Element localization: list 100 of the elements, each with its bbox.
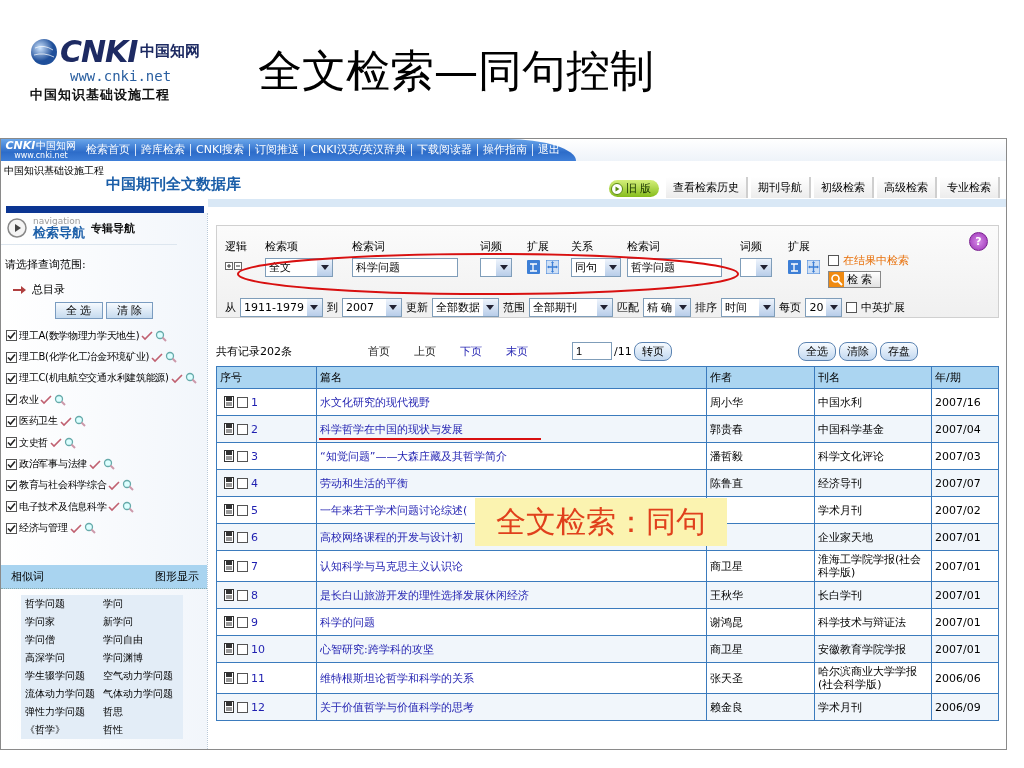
- checkbox[interactable]: [6, 372, 17, 384]
- checkbox[interactable]: [846, 302, 858, 313]
- nav-link[interactable]: 操作指南: [477, 144, 533, 156]
- checkbox[interactable]: [6, 479, 17, 491]
- magnifier-icon[interactable]: [102, 458, 115, 471]
- tab[interactable]: 专业检索: [940, 177, 1000, 198]
- nav-link[interactable]: 订阅推送: [249, 144, 305, 156]
- magnifier-icon[interactable]: [83, 522, 96, 535]
- tab[interactable]: 查看检索历史: [666, 177, 748, 198]
- search-field[interactable]: 哲学问题: [627, 258, 722, 277]
- go-button[interactable]: 转页: [633, 341, 672, 361]
- dropdown[interactable]: 同句: [571, 258, 621, 277]
- nav-link[interactable]: CNKI搜索: [190, 144, 250, 156]
- article-link[interactable]: 科学哲学在中国的现状与发展: [320, 422, 463, 436]
- dropdown[interactable]: 时间: [721, 298, 776, 317]
- document-icon[interactable]: [224, 477, 234, 489]
- document-icon[interactable]: [224, 504, 234, 516]
- similar-word[interactable]: 学问家: [25, 612, 103, 631]
- checkbox[interactable]: [237, 531, 248, 543]
- checkbox[interactable]: [237, 504, 248, 516]
- checkbox[interactable]: [6, 458, 17, 470]
- tree-root[interactable]: 总目录: [32, 282, 65, 297]
- checkbox[interactable]: [828, 255, 839, 266]
- nav-link[interactable]: CNKI汉英/英汉辞典: [304, 144, 412, 156]
- similar-word[interactable]: 学问僧: [25, 630, 103, 649]
- dropdown[interactable]: 全部期刊: [528, 298, 613, 317]
- document-icon[interactable]: [224, 701, 234, 713]
- checkbox[interactable]: [6, 415, 17, 427]
- dropdown[interactable]: 2007: [341, 298, 402, 317]
- article-link[interactable]: 劳动和生活的平衡: [320, 476, 408, 490]
- checkbox[interactable]: [237, 643, 248, 655]
- row-number[interactable]: 6: [251, 530, 258, 544]
- similar-word[interactable]: 学问渊博: [103, 648, 183, 667]
- sidebar-button[interactable]: 全 选: [55, 302, 103, 319]
- similar-word[interactable]: 哲学问题: [25, 594, 103, 613]
- document-icon[interactable]: [224, 560, 234, 572]
- checkbox[interactable]: [237, 423, 248, 435]
- checkbox[interactable]: [237, 701, 248, 713]
- document-icon[interactable]: [224, 672, 234, 684]
- similar-word[interactable]: 《哲学》: [25, 720, 103, 739]
- row-number[interactable]: 9: [251, 615, 258, 629]
- magnifier-icon[interactable]: [122, 479, 135, 492]
- arrows-icon[interactable]: [546, 260, 559, 274]
- row-number[interactable]: 1: [251, 395, 258, 409]
- similar-word[interactable]: 学生辍学问题: [25, 666, 103, 685]
- old-version-button[interactable]: 旧 版: [608, 180, 659, 197]
- checkbox[interactable]: [6, 522, 17, 534]
- dropdown[interactable]: 1911-1979: [240, 298, 323, 317]
- row-number[interactable]: 8: [251, 588, 258, 602]
- checkbox[interactable]: [6, 501, 17, 513]
- checkbox[interactable]: [237, 672, 248, 684]
- tab[interactable]: 高级检索: [877, 177, 937, 198]
- nav-link[interactable]: 退出: [532, 144, 566, 156]
- similar-word[interactable]: 学问自由: [103, 630, 183, 649]
- article-link[interactable]: 认知科学与马克思主义认识论: [320, 559, 463, 573]
- similar-word[interactable]: 新学问: [103, 612, 183, 631]
- article-link[interactable]: 科学的问题: [320, 615, 375, 629]
- checkbox[interactable]: [6, 437, 17, 449]
- row-number[interactable]: 3: [251, 449, 258, 463]
- row-number[interactable]: 7: [251, 559, 258, 573]
- graph-link[interactable]: 图形显示: [155, 568, 199, 584]
- similar-word[interactable]: 弹性力学问题: [25, 702, 103, 721]
- document-icon[interactable]: [224, 616, 234, 628]
- action-button[interactable]: 清除: [838, 341, 877, 361]
- checkbox[interactable]: [237, 396, 248, 408]
- document-icon[interactable]: [224, 531, 234, 543]
- nav-link[interactable]: 检索首页: [81, 144, 135, 156]
- dropdown[interactable]: [740, 258, 772, 277]
- row-number[interactable]: 5: [251, 503, 258, 517]
- similar-word[interactable]: 高深学问: [25, 648, 103, 667]
- document-icon[interactable]: [224, 643, 234, 655]
- article-link[interactable]: 高校网络课程的开发与设计初: [320, 530, 463, 544]
- list-icon[interactable]: [527, 260, 540, 274]
- document-icon[interactable]: [224, 423, 234, 435]
- tab[interactable]: 期刊导航: [751, 177, 811, 198]
- document-icon[interactable]: [224, 450, 234, 462]
- similar-word[interactable]: 学问: [103, 594, 183, 613]
- magnifier-icon[interactable]: [54, 393, 67, 406]
- article-link[interactable]: 水文化研究的现代视野: [320, 395, 430, 409]
- similar-word[interactable]: 气体动力学问题: [103, 684, 183, 703]
- pager-link[interactable]: 末页: [506, 343, 528, 359]
- dropdown[interactable]: 精 确: [642, 298, 692, 317]
- article-link[interactable]: 维特根斯坦论哲学和科学的关系: [320, 671, 474, 685]
- nav-tab[interactable]: 检索导航: [33, 226, 85, 239]
- row-number[interactable]: 12: [251, 700, 265, 714]
- dropdown[interactable]: 20: [805, 298, 843, 317]
- dropdown[interactable]: [480, 258, 512, 277]
- action-button[interactable]: 存盘: [879, 341, 918, 361]
- magnifier-icon[interactable]: [64, 436, 77, 449]
- list-icon[interactable]: [788, 260, 801, 274]
- checkbox[interactable]: [237, 616, 248, 628]
- row-number[interactable]: 10: [251, 642, 265, 656]
- document-icon[interactable]: [224, 396, 234, 408]
- magnifier-icon[interactable]: [73, 415, 86, 428]
- article-link[interactable]: 心智研究:跨学科的攻坚: [320, 642, 434, 656]
- checkbox[interactable]: [6, 394, 17, 406]
- article-link[interactable]: 一年来若干学术问题讨论综述(: [320, 503, 468, 517]
- checkbox[interactable]: [237, 560, 248, 572]
- plus-box-icon[interactable]: [225, 262, 233, 270]
- similar-word[interactable]: 流体动力学问题: [25, 684, 103, 703]
